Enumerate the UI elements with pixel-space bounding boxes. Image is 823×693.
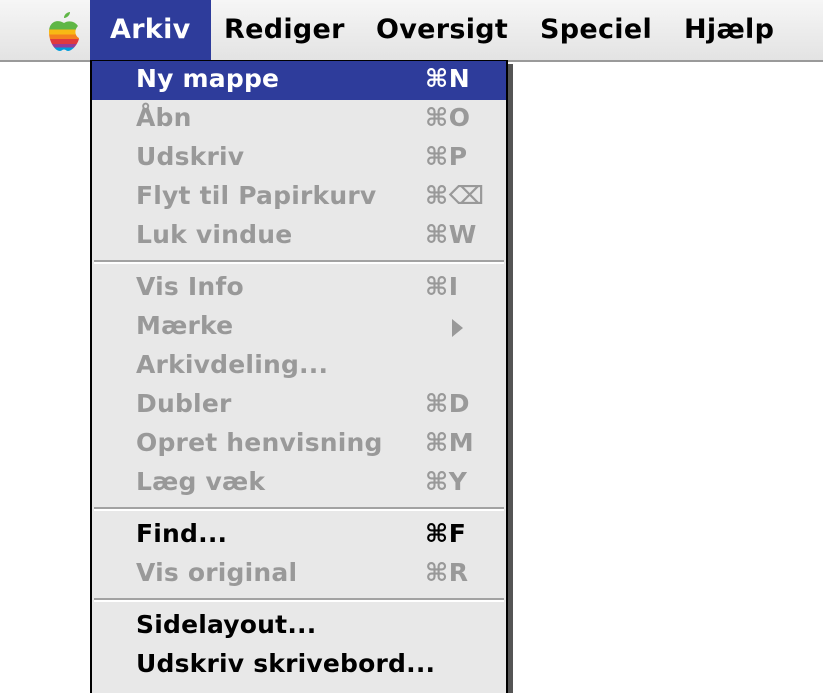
menu-item-label: Sidelayout... <box>136 610 317 639</box>
submenu-arrow-icon <box>452 319 463 337</box>
menu-item-opret-henvisning[interactable]: Opret henvisning ⌘M <box>92 425 506 464</box>
menu-item-ny-mappe[interactable]: Ny mappe ⌘N <box>92 61 506 100</box>
menu-separator <box>94 507 504 511</box>
menu-item-shortcut: ⌘W <box>425 220 477 249</box>
menu-item-shortcut: ⌘N <box>425 64 471 93</box>
menu-bar: Arkiv Rediger Oversigt Speciel Hjælp <box>0 0 823 62</box>
menu-hjaelp[interactable]: Hjælp <box>684 0 774 60</box>
menu-item-shortcut: ⌘⌫ <box>425 181 485 210</box>
menu-item-label: Find... <box>136 519 228 548</box>
menu-item-dubler[interactable]: Dubler ⌘D <box>92 386 506 425</box>
menu-item-label: Mærke <box>136 311 234 340</box>
menu-item-udskriv[interactable]: Udskriv ⌘P <box>92 139 506 178</box>
menu-item-laeg-vaek[interactable]: Læg væk ⌘Y <box>92 464 506 503</box>
menu-item-label: Læg væk <box>136 467 266 496</box>
menu-item-flyt-til-papirkurv[interactable]: Flyt til Papirkurv ⌘⌫ <box>92 178 506 217</box>
menu-item-label: Dubler <box>136 389 232 418</box>
menu-item-label: Udskriv skrivebord... <box>136 649 436 678</box>
menu-item-label: Åbn <box>136 103 192 132</box>
menu-separator <box>94 598 504 602</box>
menu-speciel[interactable]: Speciel <box>540 0 652 60</box>
menu-item-shortcut: ⌘D <box>425 389 470 418</box>
menu-item-shortcut: ⌘Y <box>425 467 468 496</box>
menu-item-label: Vis Info <box>136 272 244 301</box>
menu-rediger[interactable]: Rediger <box>224 0 345 60</box>
menu-item-label: Luk vindue <box>136 220 293 249</box>
menu-item-label: Vis original <box>136 558 298 587</box>
menu-item-label: Udskriv <box>136 142 245 171</box>
menu-arkiv-label: Arkiv <box>110 14 191 45</box>
menu-item-aabn[interactable]: Åbn ⌘O <box>92 100 506 139</box>
menu-separator <box>94 260 504 264</box>
menu-item-shortcut: ⌘O <box>425 103 471 132</box>
menu-item-find[interactable]: Find... ⌘F <box>92 516 506 555</box>
apple-logo-icon[interactable] <box>44 12 84 52</box>
menu-speciel-label: Speciel <box>540 14 653 45</box>
menu-hjaelp-label: Hjælp <box>684 14 775 45</box>
menu-item-shortcut: ⌘M <box>425 428 475 457</box>
menu-item-label: Flyt til Papirkurv <box>136 181 377 210</box>
menu-item-arkivdeling[interactable]: Arkivdeling... <box>92 347 506 386</box>
menu-item-shortcut: ⌘I <box>425 272 459 301</box>
menu-item-shortcut: ⌘F <box>425 519 467 548</box>
menu-item-shortcut: ⌘P <box>425 142 468 171</box>
menu-item-udskriv-skrivebord[interactable]: Udskriv skrivebord... <box>92 646 506 685</box>
menu-rediger-label: Rediger <box>224 14 345 45</box>
menu-item-sidelayout[interactable]: Sidelayout... <box>92 607 506 646</box>
menu-item-luk-vindue[interactable]: Luk vindue ⌘W <box>92 217 506 256</box>
menu-item-label: Ny mappe <box>136 64 280 93</box>
menu-item-label: Opret henvisning <box>136 428 383 457</box>
menu-arkiv[interactable]: Arkiv <box>90 0 211 60</box>
menu-oversigt-label: Oversigt <box>376 14 509 45</box>
menu-oversigt[interactable]: Oversigt <box>376 0 508 60</box>
arkiv-dropdown-menu: Ny mappe ⌘N Åbn ⌘O Udskriv ⌘P Flyt til P… <box>90 60 508 693</box>
menu-item-vis-info[interactable]: Vis Info ⌘I <box>92 269 506 308</box>
menu-item-shortcut: ⌘R <box>425 558 469 587</box>
menu-item-vis-original[interactable]: Vis original ⌘R <box>92 555 506 594</box>
menu-item-label: Arkivdeling... <box>136 350 329 379</box>
menu-item-maerke[interactable]: Mærke <box>92 308 506 347</box>
